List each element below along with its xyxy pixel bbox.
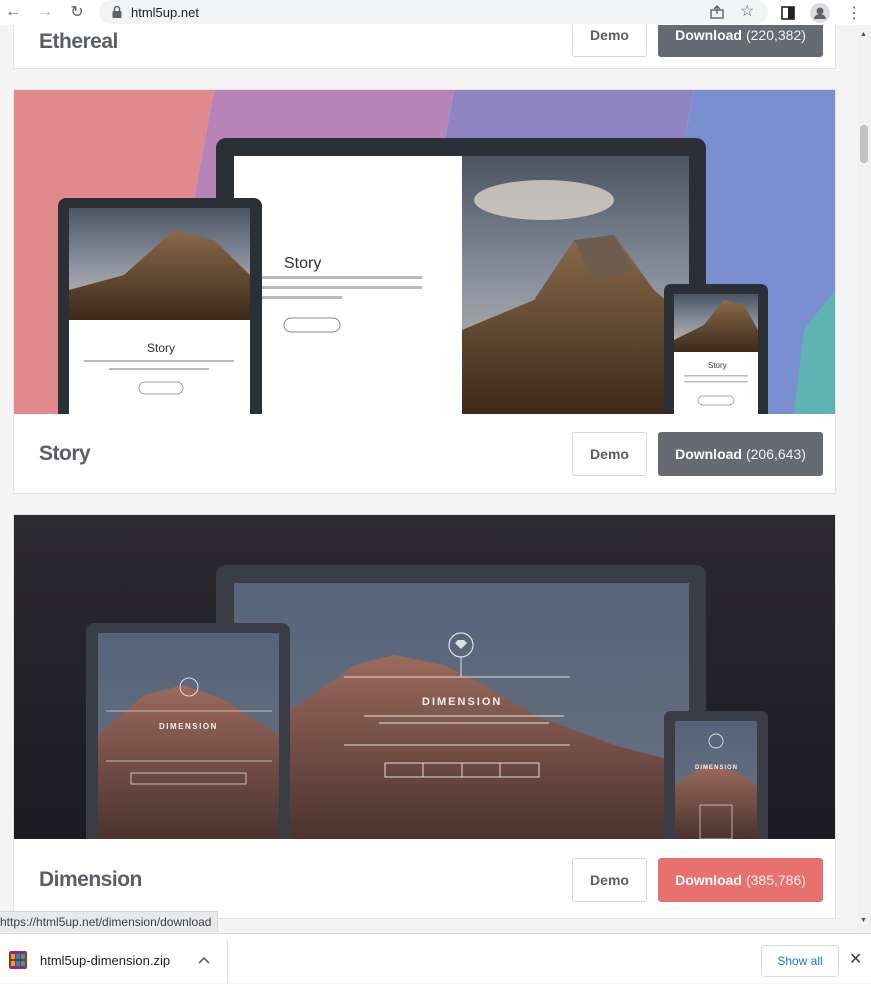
close-icon[interactable]: ✕ <box>849 949 862 969</box>
download-filename[interactable]: html5up-dimension.zip <box>40 953 170 968</box>
browser-toolbar: ← → ↻ html5up.net ☆ ⋮ <box>0 0 871 25</box>
download-label: Download <box>675 446 742 462</box>
demo-button[interactable]: Demo <box>572 858 647 902</box>
dimension-preview-heading: DIMENSION <box>422 696 502 708</box>
story-preview-image[interactable]: Story Story Story <box>14 90 835 414</box>
status-url-tooltip: https://html5up.net/dimension/download <box>0 911 219 932</box>
svg-text:DIMENSION: DIMENSION <box>159 722 218 731</box>
dimension-preview-image[interactable]: DIMENSION DIMENSION DIMENSION <box>14 515 835 839</box>
scrollbar-thumb[interactable] <box>860 125 868 163</box>
svg-text:Story: Story <box>708 361 727 370</box>
chevron-up-icon[interactable] <box>198 956 210 964</box>
bookmark-star-icon[interactable]: ☆ <box>740 1 754 21</box>
story-preview-heading: Story <box>284 255 321 272</box>
side-panel-icon[interactable] <box>777 2 799 24</box>
share-icon[interactable] <box>709 4 725 20</box>
address-bar[interactable]: html5up.net ☆ <box>99 0 768 24</box>
download-button[interactable]: Download (385,786) <box>658 858 823 902</box>
download-count: (385,786) <box>745 872 806 888</box>
show-all-button[interactable]: Show all <box>761 945 839 977</box>
download-button[interactable]: Download (206,643) <box>658 432 823 476</box>
lock-icon <box>112 5 122 18</box>
download-label: Download <box>675 872 742 888</box>
download-label: Download <box>675 27 742 43</box>
card-title: Ethereal <box>39 30 118 53</box>
svg-text:DIMENSION: DIMENSION <box>695 765 738 771</box>
card-title: Story <box>39 442 91 465</box>
svg-text:Story: Story <box>147 341 175 355</box>
page-scrollbar[interactable]: ▲ ▼ <box>857 25 871 933</box>
download-count: (206,643) <box>745 446 806 462</box>
profile-avatar-icon[interactable] <box>809 2 831 24</box>
story-preview-graphic: Story Story Story <box>14 90 835 414</box>
card-title: Dimension <box>39 868 142 891</box>
forward-icon[interactable]: → <box>34 1 56 23</box>
download-button[interactable]: Download (220,382) <box>658 25 823 57</box>
back-icon[interactable]: ← <box>2 1 24 23</box>
demo-button[interactable]: Demo <box>572 25 647 57</box>
template-card-ethereal: Ethereal Demo Download (220,382) <box>13 25 836 69</box>
url-text: html5up.net <box>131 4 199 20</box>
dimension-preview-graphic: DIMENSION DIMENSION DIMENSION <box>14 515 835 839</box>
demo-button[interactable]: Demo <box>572 432 647 476</box>
template-card-story: Story Story Story Story Demo Download (2… <box>13 89 836 494</box>
scroll-up-arrow-icon[interactable]: ▲ <box>860 31 867 38</box>
download-shelf: html5up-dimension.zip Show all ✕ <box>0 933 871 984</box>
page-viewport: Ethereal Demo Download (220,382) Story S… <box>0 25 857 933</box>
scroll-down-arrow-icon[interactable]: ▼ <box>860 917 867 924</box>
zip-archive-icon <box>9 951 27 969</box>
reload-icon[interactable]: ↻ <box>66 1 88 23</box>
menu-kebab-icon[interactable]: ⋮ <box>843 2 865 24</box>
download-count: (220,382) <box>745 27 806 43</box>
download-shelf-divider <box>227 940 228 984</box>
template-card-dimension: DIMENSION DIMENSION DIMENSION Dimension … <box>13 514 836 919</box>
